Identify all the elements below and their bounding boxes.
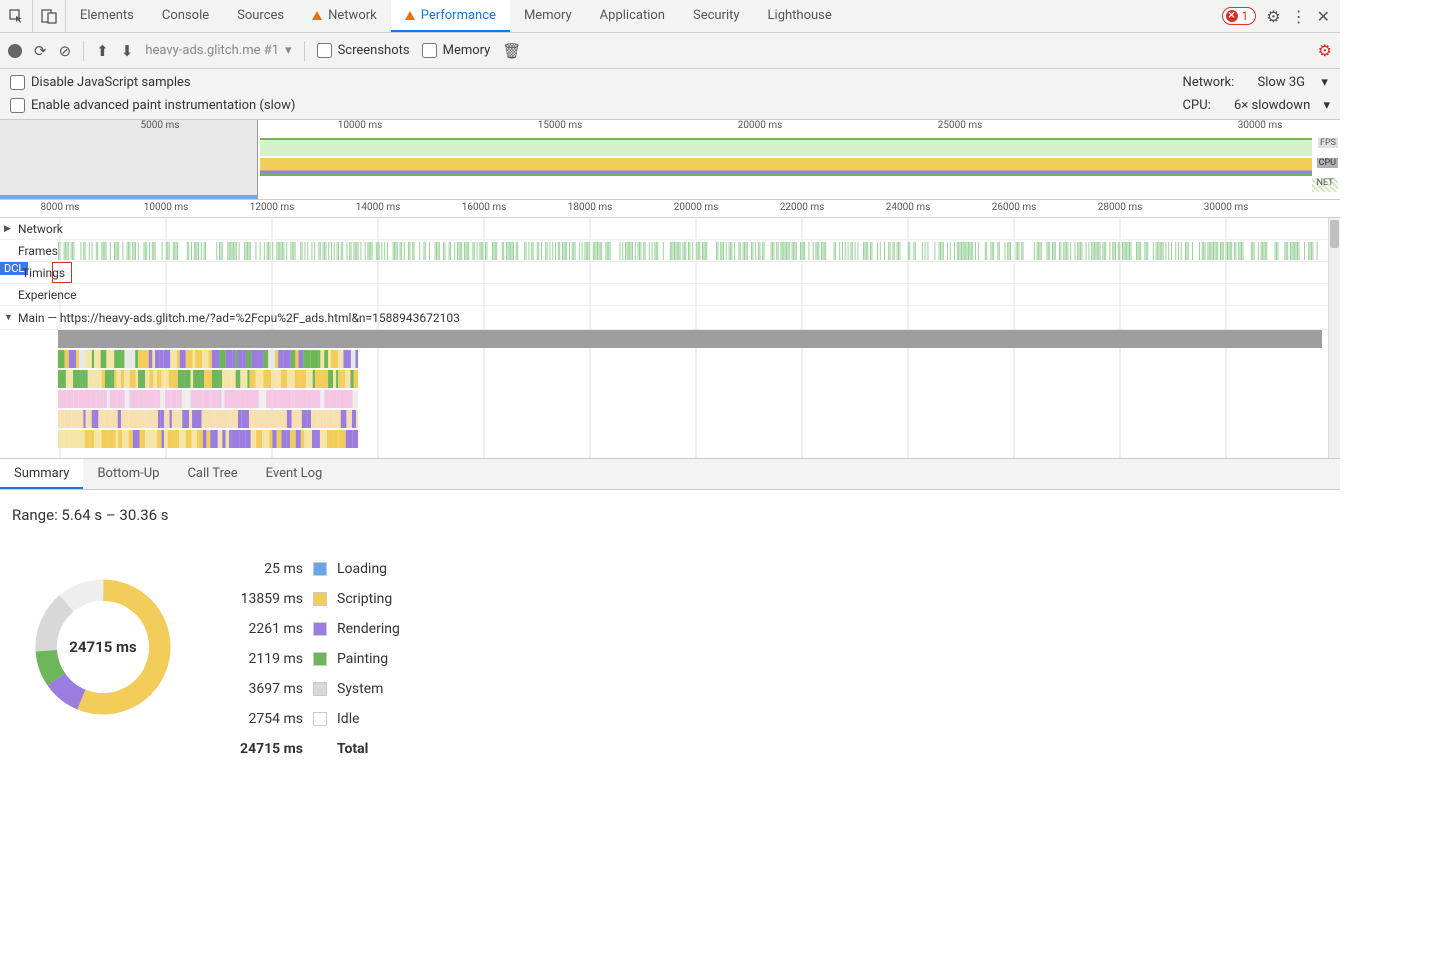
- device-toggle-icon[interactable]: [33, 0, 66, 32]
- reload-icon[interactable]: ⟳: [34, 42, 47, 60]
- legend-row: 25 msLoading: [218, 554, 400, 584]
- download-icon[interactable]: ⬇: [121, 42, 134, 60]
- disable-js-checkbox[interactable]: Disable JavaScript samples: [10, 75, 1183, 90]
- legend-row: 2754 msIdle: [218, 704, 400, 734]
- tab-security[interactable]: Security: [679, 0, 754, 32]
- network-track[interactable]: ▶Network: [0, 218, 1340, 240]
- tab-console[interactable]: Console: [148, 0, 223, 32]
- kebab-menu-icon[interactable]: ⋮: [1291, 7, 1307, 26]
- warning-icon: [405, 11, 415, 20]
- warning-icon: [312, 11, 322, 20]
- advanced-paint-checkbox[interactable]: Enable advanced paint instrumentation (s…: [10, 98, 1183, 113]
- performance-toolbar: ⟳ ⊘ ⬆ ⬇ heavy-ads.glitch.me #1▾ Screensh…: [0, 33, 1340, 69]
- close-icon[interactable]: ✕: [1317, 7, 1330, 26]
- legend-row: 3697 msSystem: [218, 674, 400, 704]
- tab-elements[interactable]: Elements: [66, 0, 148, 32]
- trash-icon[interactable]: 🗑: [502, 42, 521, 60]
- main-track[interactable]: ▼Main — https://heavy-ads.glitch.me/?ad=…: [0, 306, 1340, 330]
- clear-icon[interactable]: ⊘: [59, 42, 72, 60]
- subtab-bottom-up[interactable]: Bottom-Up: [83, 459, 173, 489]
- tracks-panel[interactable]: ▶Network Frames DCLTimings Experience ▼M…: [0, 218, 1340, 458]
- tracks-scrollbar[interactable]: [1328, 218, 1340, 458]
- tab-network[interactable]: Network: [298, 0, 391, 32]
- error-badge[interactable]: ✕1: [1222, 7, 1257, 25]
- recording-select[interactable]: heavy-ads.glitch.me #1▾: [145, 43, 291, 58]
- frames-track[interactable]: Frames: [0, 240, 1340, 262]
- donut-total: 24715 ms: [69, 638, 136, 656]
- record-button[interactable]: [8, 44, 22, 58]
- range-text: Range: 5.64 s – 30.36 s: [12, 506, 1328, 524]
- detail-ruler[interactable]: 8000 ms10000 ms12000 ms14000 ms16000 ms1…: [0, 200, 1340, 218]
- tab-memory[interactable]: Memory: [510, 0, 586, 32]
- summary-donut: 24715 ms: [28, 572, 178, 722]
- main-tabs: ElementsConsoleSourcesNetworkPerformance…: [66, 0, 1212, 32]
- subtab-event-log[interactable]: Event Log: [252, 459, 337, 489]
- subtab-summary[interactable]: Summary: [0, 459, 83, 489]
- network-throttle-select[interactable]: Network: Slow 3G ▾: [1183, 75, 1328, 90]
- tab-lighthouse[interactable]: Lighthouse: [754, 0, 846, 32]
- devtools-header: ElementsConsoleSourcesNetworkPerformance…: [0, 0, 1340, 33]
- overview-strip[interactable]: 5000 ms10000 ms15000 ms20000 ms25000 ms3…: [0, 120, 1340, 200]
- gear-icon[interactable]: ⚙: [1266, 7, 1280, 26]
- details-tabs: SummaryBottom-UpCall TreeEvent Log: [0, 458, 1340, 490]
- legend-total: 24715 msTotal: [218, 734, 400, 764]
- inspect-icon[interactable]: [0, 0, 33, 32]
- tab-sources[interactable]: Sources: [223, 0, 298, 32]
- summary-panel: Range: 5.64 s – 30.36 s 24715 ms 25 msLo…: [0, 490, 1340, 794]
- legend-row: 2261 msRendering: [218, 614, 400, 644]
- capture-options: Disable JavaScript samples Enable advanc…: [0, 69, 1340, 120]
- tab-performance[interactable]: Performance: [391, 0, 510, 32]
- experience-track[interactable]: Experience: [0, 284, 1340, 306]
- subtab-call-tree[interactable]: Call Tree: [173, 459, 251, 489]
- screenshots-checkbox[interactable]: Screenshots: [317, 43, 410, 58]
- legend-row: 13859 msScripting: [218, 584, 400, 614]
- upload-icon[interactable]: ⬆: [96, 42, 109, 60]
- flame-chart[interactable]: [0, 330, 1340, 455]
- memory-checkbox[interactable]: Memory: [422, 43, 491, 58]
- summary-legend: 25 msLoading13859 msScripting2261 msRend…: [218, 554, 400, 764]
- tab-application[interactable]: Application: [586, 0, 679, 32]
- cpu-throttle-select[interactable]: CPU: 6× slowdown ▾: [1183, 98, 1330, 113]
- timings-track[interactable]: DCLTimings: [0, 262, 1340, 284]
- legend-row: 2119 msPainting: [218, 644, 400, 674]
- capture-settings-icon[interactable]: ⚙: [1318, 41, 1332, 60]
